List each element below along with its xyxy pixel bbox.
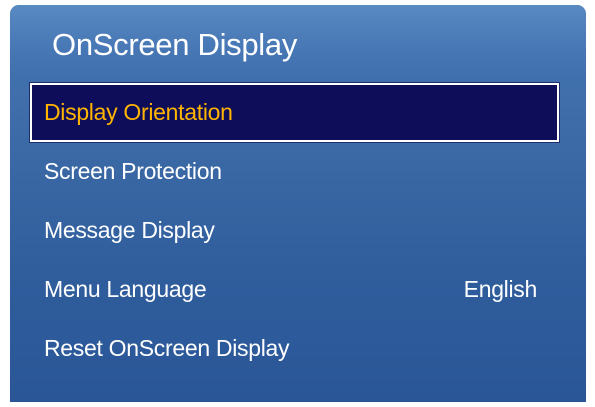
menu-item-screen-protection[interactable]: Screen Protection [30, 142, 559, 201]
menu-item-display-orientation[interactable]: Display Orientation [30, 83, 559, 142]
menu-item-label: Display Orientation [44, 99, 233, 125]
panel-header: OnScreen Display [10, 5, 586, 83]
menu-item-menu-language[interactable]: Menu Language English [30, 260, 559, 319]
menu-item-message-display[interactable]: Message Display [30, 201, 559, 260]
menu-item-reset-onscreen-display[interactable]: Reset OnScreen Display [30, 319, 559, 378]
menu-item-label: Message Display [44, 217, 215, 243]
menu-list: Display Orientation Screen Protection Me… [30, 83, 559, 378]
panel-title: OnScreen Display [52, 27, 298, 62]
menu-item-label: Menu Language [44, 276, 207, 302]
menu-item-label: Reset OnScreen Display [44, 335, 290, 361]
menu-language-value: English [463, 276, 538, 302]
menu-item-label: Screen Protection [44, 158, 222, 184]
